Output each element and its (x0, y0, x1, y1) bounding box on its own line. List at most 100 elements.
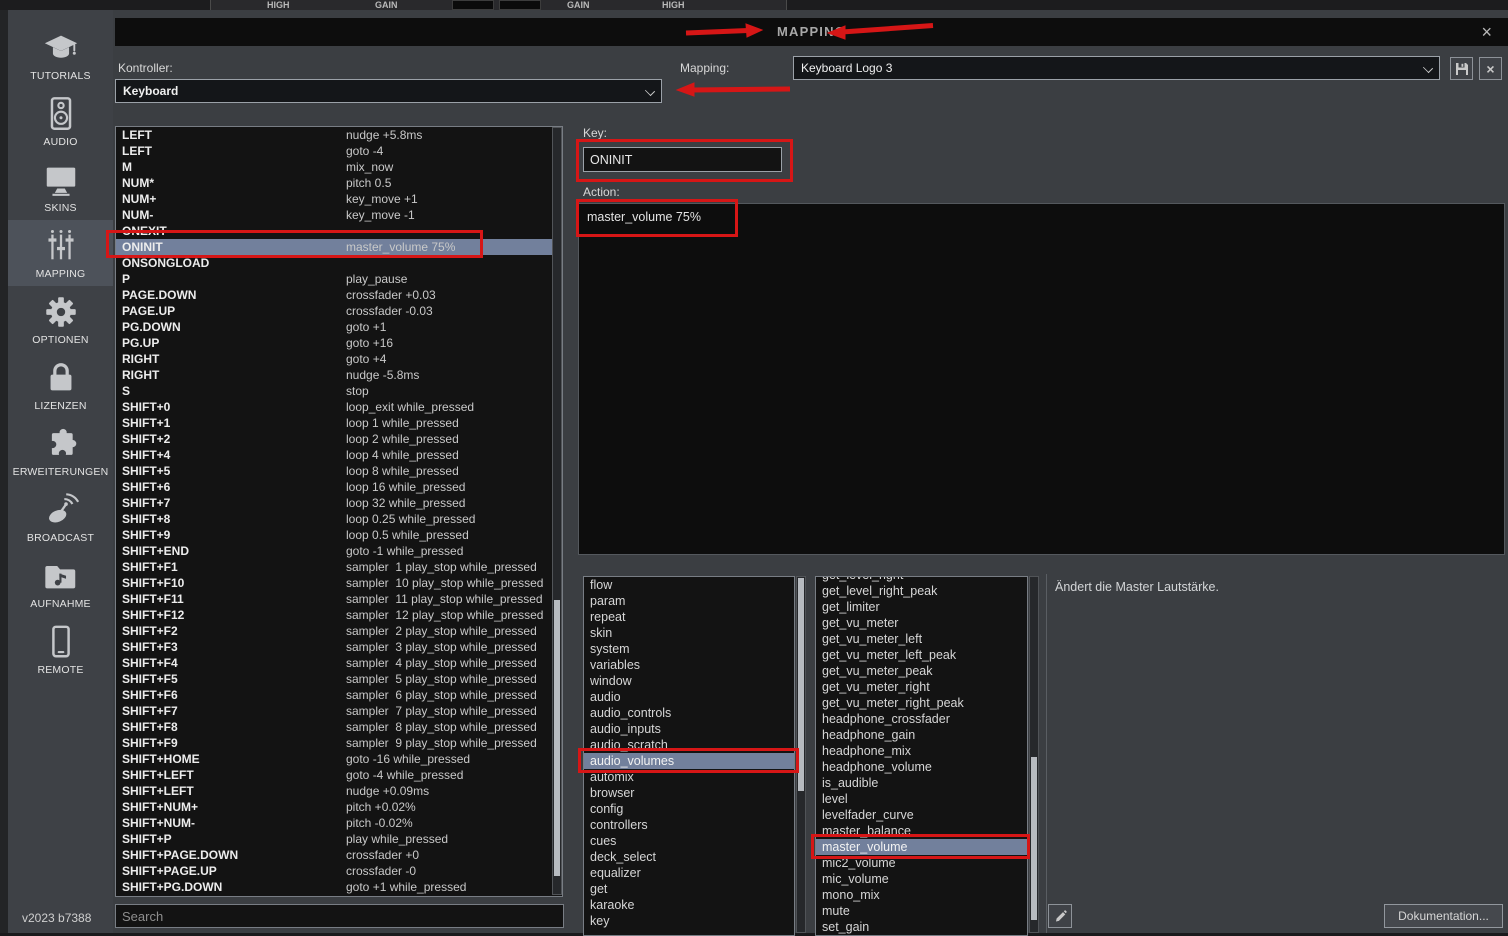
search-input[interactable] (115, 904, 564, 928)
category-item[interactable]: config (584, 801, 794, 817)
mapping-row[interactable]: SHIFT+F12sampler 12 play_stop while_pres… (116, 607, 562, 623)
action-item[interactable]: get_level_right (816, 576, 1027, 583)
mapping-row[interactable]: SHIFT+F7sampler 7 play_stop while_presse… (116, 703, 562, 719)
mapping-row[interactable]: SHIFT+9loop 0.5 while_pressed (116, 527, 562, 543)
mapping-row[interactable]: LEFTnudge +5.8ms (116, 127, 562, 143)
category-item[interactable]: controllers (584, 817, 794, 833)
sidebar-item-optionen[interactable]: OPTIONEN (8, 286, 113, 352)
category-item[interactable]: audio_volumes (584, 753, 794, 769)
mapping-select[interactable]: Keyboard Logo 3 (793, 56, 1440, 80)
sidebar-item-mapping[interactable]: MAPPING (8, 220, 113, 286)
action-item[interactable]: get_limiter (816, 599, 1027, 615)
mapping-row[interactable]: SHIFT+2loop 2 while_pressed (116, 431, 562, 447)
sidebar-item-tutorials[interactable]: TUTORIALS (8, 22, 113, 88)
mapping-row[interactable]: SHIFT+NUM+pitch +0.02% (116, 799, 562, 815)
mapping-row[interactable]: SHIFT+7loop 32 while_pressed (116, 495, 562, 511)
mapping-row[interactable]: SHIFT+4loop 4 while_pressed (116, 447, 562, 463)
mapping-row[interactable]: SHIFT+F2sampler 2 play_stop while_presse… (116, 623, 562, 639)
mapping-row[interactable]: SHIFT+F5sampler 5 play_stop while_presse… (116, 671, 562, 687)
delete-mapping-button[interactable]: × (1479, 57, 1502, 80)
mapping-row[interactable]: SHIFT+NUM-pitch -0.02% (116, 815, 562, 831)
action-item[interactable]: mic2_volume (816, 855, 1027, 871)
action-item[interactable]: get_vu_meter_left_peak (816, 647, 1027, 663)
category-item[interactable]: karaoke (584, 897, 794, 913)
mapping-row[interactable]: LEFTgoto -4 (116, 143, 562, 159)
category-item[interactable]: audio_controls (584, 705, 794, 721)
scrollbar-thumb[interactable] (798, 578, 804, 791)
mapping-row[interactable]: SHIFT+LEFTgoto -4 while_pressed (116, 767, 562, 783)
mapping-row[interactable]: SHIFT+F8sampler 8 play_stop while_presse… (116, 719, 562, 735)
action-item[interactable]: headphone_mix (816, 743, 1027, 759)
category-item[interactable]: get (584, 881, 794, 897)
action-item[interactable]: headphone_volume (816, 759, 1027, 775)
mapping-row[interactable]: SHIFT+PAGE.UPcrossfader -0 (116, 863, 562, 879)
category-item[interactable]: audio_inputs (584, 721, 794, 737)
mapping-row[interactable]: SHIFT+F9sampler 9 play_stop while_presse… (116, 735, 562, 751)
category-item[interactable]: equalizer (584, 865, 794, 881)
mapping-row[interactable]: SHIFT+HOMEgoto -16 while_pressed (116, 751, 562, 767)
scrollbar-thumb[interactable] (1031, 757, 1037, 920)
mapping-row[interactable]: Pplay_pause (116, 271, 562, 287)
action-item[interactable]: is_audible (816, 775, 1027, 791)
action-item[interactable]: get_vu_meter_right_peak (816, 695, 1027, 711)
save-mapping-button[interactable] (1450, 57, 1473, 80)
category-item[interactable]: repeat (584, 609, 794, 625)
mapping-row[interactable]: ONINITmaster_volume 75% (116, 239, 562, 255)
category-item[interactable]: audio_scratch (584, 737, 794, 753)
sidebar-item-skins[interactable]: SKINS (8, 154, 113, 220)
action-list-scrollbar[interactable] (1029, 576, 1039, 933)
mapping-row[interactable]: SHIFT+5loop 8 while_pressed (116, 463, 562, 479)
action-editor[interactable]: master_volume 75% (578, 203, 1505, 555)
category-item[interactable]: deck_select (584, 849, 794, 865)
mapping-row[interactable]: NUM-key_move -1 (116, 207, 562, 223)
key-input[interactable] (583, 147, 782, 172)
mapping-row[interactable]: PAGE.DOWNcrossfader +0.03 (116, 287, 562, 303)
action-item[interactable]: mute (816, 903, 1027, 919)
mapping-row[interactable]: SHIFT+F11sampler 11 play_stop while_pres… (116, 591, 562, 607)
mapping-row[interactable]: RIGHTgoto +4 (116, 351, 562, 367)
mapping-row[interactable]: SHIFT+Pplay while_pressed (116, 831, 562, 847)
scrollbar-thumb[interactable] (554, 600, 560, 876)
action-item[interactable]: headphone_crossfader (816, 711, 1027, 727)
category-item[interactable]: audio (584, 689, 794, 705)
mapping-row[interactable]: SHIFT+ENDgoto -1 while_pressed (116, 543, 562, 559)
mapping-row[interactable]: PG.UPgoto +16 (116, 335, 562, 351)
category-item[interactable]: window (584, 673, 794, 689)
category-item[interactable]: system (584, 641, 794, 657)
mapping-row[interactable]: SHIFT+PAGE.DOWNcrossfader +0 (116, 847, 562, 863)
mapping-row[interactable]: Mmix_now (116, 159, 562, 175)
mapping-row[interactable]: SHIFT+LEFTnudge +0.09ms (116, 783, 562, 799)
action-item[interactable]: get_vu_meter_left (816, 631, 1027, 647)
mapping-row[interactable]: PAGE.UPcrossfader -0.03 (116, 303, 562, 319)
action-item[interactable]: get_vu_meter_peak (816, 663, 1027, 679)
mapping-row[interactable]: ONEXIT (116, 223, 562, 239)
mapping-row[interactable]: Sstop (116, 383, 562, 399)
mapping-row[interactable]: NUM+key_move +1 (116, 191, 562, 207)
mapping-row[interactable]: SHIFT+1loop 1 while_pressed (116, 415, 562, 431)
mapping-row[interactable]: SHIFT+8loop 0.25 while_pressed (116, 511, 562, 527)
mapping-row[interactable]: SHIFT+0loop_exit while_pressed (116, 399, 562, 415)
category-item[interactable]: browser (584, 785, 794, 801)
action-item[interactable]: levelfader_curve (816, 807, 1027, 823)
category-list-scrollbar[interactable] (796, 576, 806, 933)
mapping-row[interactable]: SHIFT+F10sampler 10 play_stop while_pres… (116, 575, 562, 591)
mapping-row[interactable]: PG.DOWNgoto +1 (116, 319, 562, 335)
mapping-row[interactable]: SHIFT+F1sampler 1 play_stop while_presse… (116, 559, 562, 575)
mapping-list-scrollbar[interactable] (552, 127, 562, 895)
sidebar-item-remote[interactable]: REMOTE (8, 616, 113, 682)
category-item[interactable]: key (584, 913, 794, 929)
action-item[interactable]: level (816, 791, 1027, 807)
close-icon[interactable]: × (1481, 21, 1492, 43)
mapping-row[interactable]: SHIFT+PG.DOWNgoto +1 while_pressed (116, 879, 562, 895)
mapping-row[interactable]: NUM*pitch 0.5 (116, 175, 562, 191)
mapping-row[interactable]: SHIFT+F4sampler 4 play_stop while_presse… (116, 655, 562, 671)
mapping-row[interactable]: SHIFT+F3sampler 3 play_stop while_presse… (116, 639, 562, 655)
sidebar-item-erweiterungen[interactable]: ERWEITERUNGEN (8, 418, 113, 484)
sidebar-item-broadcast[interactable]: BROADCAST (8, 484, 113, 550)
action-item[interactable]: mic_volume (816, 871, 1027, 887)
mapping-row[interactable]: SHIFT+F6sampler 6 play_stop while_presse… (116, 687, 562, 703)
action-item[interactable]: get_vu_meter_right (816, 679, 1027, 695)
category-item[interactable]: automix (584, 769, 794, 785)
mapping-row[interactable]: ONSONGLOAD (116, 255, 562, 271)
mapping-row[interactable]: SHIFT+6loop 16 while_pressed (116, 479, 562, 495)
